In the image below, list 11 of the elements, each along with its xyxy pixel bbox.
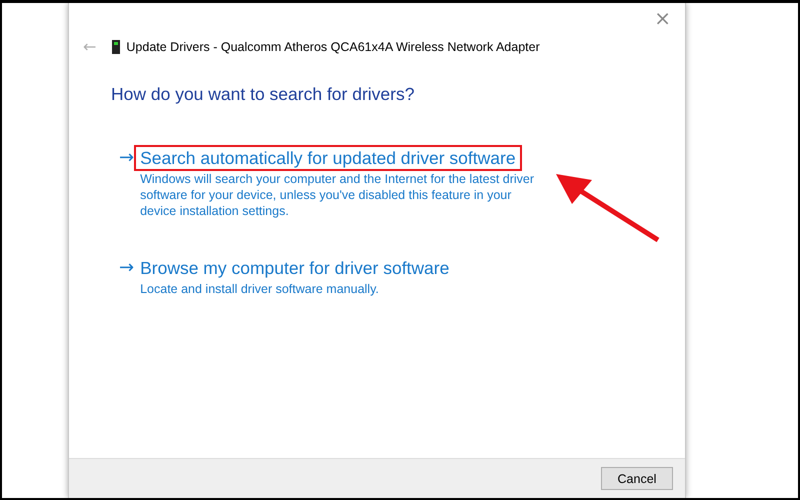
arrow-icon: → <box>119 257 134 297</box>
close-button[interactable]: × <box>650 7 675 29</box>
dialog-heading: How do you want to search for drivers? <box>111 84 416 105</box>
arrow-icon: → <box>119 147 134 219</box>
option-description: Locate and install driver software manually. <box>140 281 380 297</box>
window-title: Update Drivers - Qualcomm Atheros QCA61x4A Wireless Network Adapter <box>126 40 540 54</box>
cancel-button[interactable]: Cancel <box>601 467 673 490</box>
option-link[interactable]: Search automatically for updated driver software <box>136 147 520 169</box>
device-icon <box>112 40 120 54</box>
option-description: Windows will search your computer and the Internet for the latest driver software for your device, unless you've disabled this feature in your device installation settings. <box>140 171 536 219</box>
option-link[interactable]: Browse my computer for driver software <box>136 257 454 279</box>
